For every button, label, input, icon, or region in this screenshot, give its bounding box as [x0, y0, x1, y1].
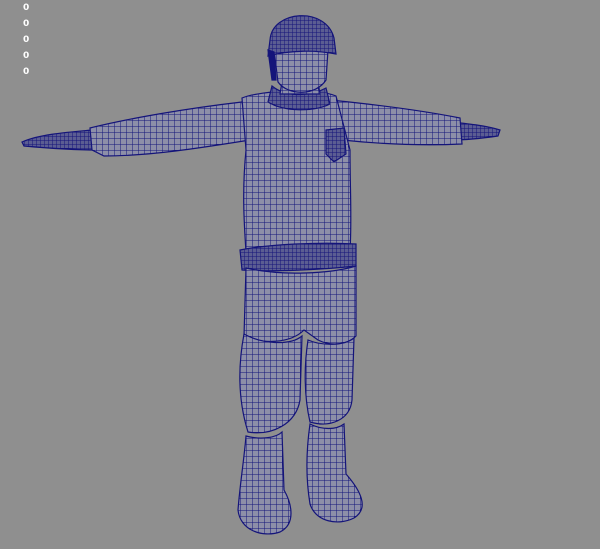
model-left-boot	[237, 430, 292, 535]
model-left-leg	[239, 333, 303, 434]
wireframe-character-model[interactable]	[0, 0, 600, 549]
model-torso	[241, 90, 352, 253]
model-helmet	[267, 15, 337, 57]
model-belt	[239, 242, 357, 272]
3d-viewport[interactable]: 0 0 0 0 0	[0, 0, 600, 549]
model-pants	[243, 265, 357, 345]
model-left-arm	[89, 101, 251, 157]
hud-stat-value: 0	[23, 19, 30, 29]
hud-stat-value: 0	[23, 67, 30, 77]
model-right-arm	[329, 99, 463, 146]
hud-stats-panel: 0 0 0 0 0	[23, 0, 35, 80]
hud-stat-value: 0	[23, 51, 30, 61]
hud-stat-value: 0	[23, 35, 30, 45]
model-left-hand	[21, 129, 101, 151]
model-right-leg	[304, 336, 355, 425]
hud-stat-value: 0	[23, 3, 30, 13]
model-body	[21, 15, 501, 535]
model-right-boot	[306, 422, 363, 523]
